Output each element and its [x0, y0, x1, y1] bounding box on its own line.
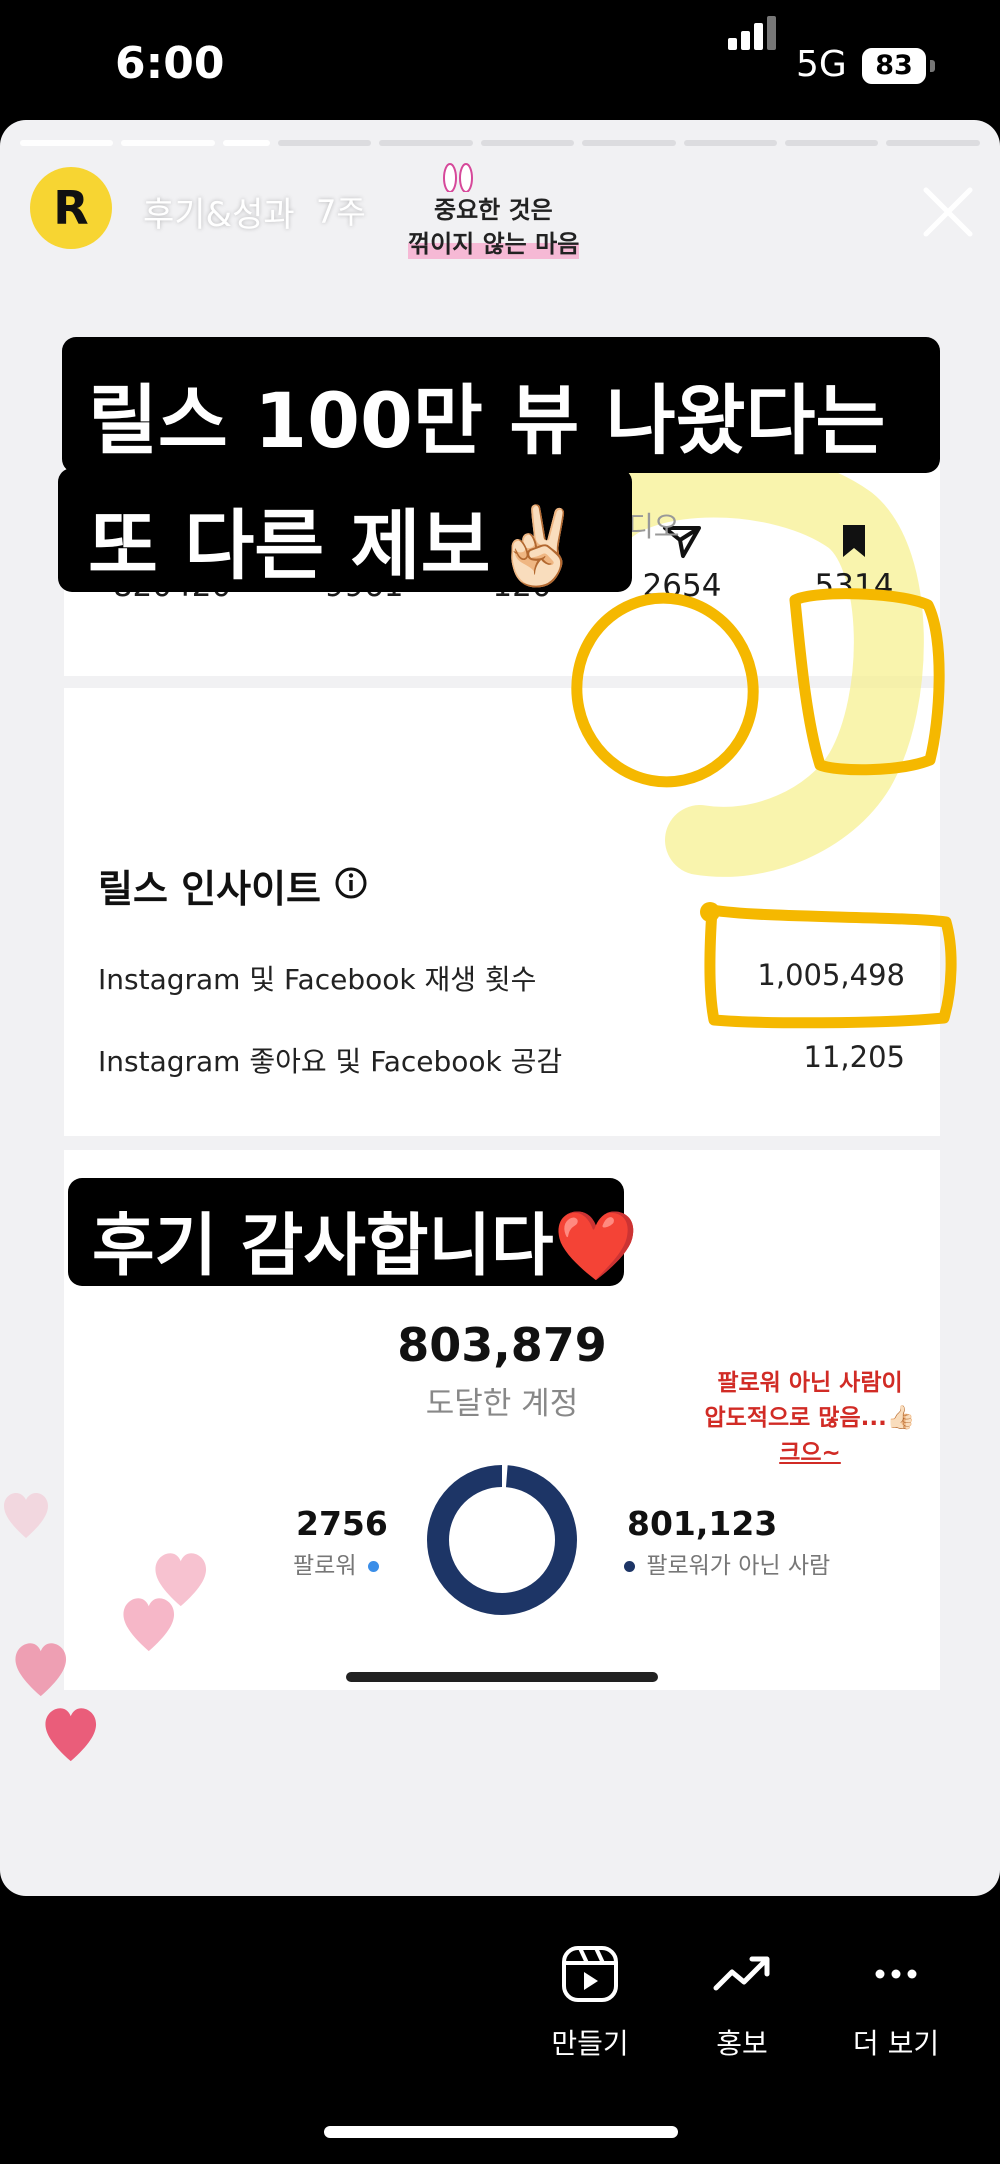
status-time: 6:00 — [115, 38, 225, 89]
more-button[interactable]: 더 보기 — [826, 1944, 966, 2062]
create-button[interactable]: 만들기 — [520, 1944, 660, 2062]
bookmark-icon — [843, 525, 865, 557]
insight-row-value: 1,005,498 — [757, 958, 905, 992]
followers-legend: 팔로워 — [293, 1546, 379, 1580]
info-icon[interactable] — [334, 866, 368, 900]
sticker-line2: 꺾이지 않는 마음 — [408, 224, 580, 259]
headline-banner-2: 또 다른 제보✌🏻 — [58, 468, 632, 592]
handwritten-note: 팔로워 아닌 사람이 압도적으로 많음...👍🏻 크으~ — [690, 1366, 930, 1471]
battery-tip — [930, 60, 935, 72]
sheet-handle[interactable] — [346, 1672, 658, 1682]
avatar[interactable]: R — [30, 167, 112, 249]
thanks-banner: 후기 감사합니다❤️ — [68, 1178, 638, 1286]
stat-value: 5314 — [814, 568, 894, 604]
followers-value: 2756 — [296, 1504, 388, 1543]
bottom-action-bar: 만들기 홍보 더 보기 — [0, 1896, 1000, 2164]
headline-line1: 릴스 100만 뷰 나왔다는 — [88, 376, 886, 465]
insight-row-label: Instagram 및 Facebook 재생 횟수 — [98, 963, 537, 996]
sticker-line1: 중요한 것은 — [434, 196, 553, 224]
home-indicator[interactable] — [324, 2126, 678, 2138]
reach-total: 803,879 — [397, 1318, 607, 1372]
followers-label: 팔로워 — [293, 1553, 357, 1579]
non-followers-value: 801,123 — [627, 1504, 778, 1543]
status-bar: 6:00 5G 83 — [0, 0, 1000, 120]
reach-donut-chart — [426, 1464, 578, 1616]
follower-dot — [367, 1561, 379, 1572]
story-progress — [20, 140, 980, 146]
headline-banner-1: 릴스 100만 뷰 나왔다는 — [62, 337, 940, 473]
note-line: 압도적으로 많음...👍🏻 — [704, 1405, 916, 1431]
reels-create-icon — [562, 1946, 618, 2002]
donut-non-followers-ring — [427, 1465, 577, 1615]
more-label: 더 보기 — [852, 2027, 940, 2060]
non-follower-dot — [624, 1561, 635, 1572]
create-label: 만들기 — [551, 2027, 629, 2060]
peek-text: 디오 — [628, 510, 680, 543]
network-label: 5G — [796, 44, 847, 85]
insight-row-value: 11,205 — [803, 1040, 905, 1074]
insights-title: 릴스 인사이트 — [98, 867, 321, 911]
close-icon[interactable] — [918, 182, 978, 242]
non-followers-legend: 팔로워가 아닌 사람 — [624, 1546, 830, 1580]
stat-saves: 5314 — [754, 520, 954, 604]
text-sticker: 중요한 것은 꺾이지 않는 마음 — [402, 163, 610, 262]
non-followers-label: 팔로워가 아닌 사람 — [646, 1553, 831, 1579]
thanks-text: 후기 감사합니다❤️ — [92, 1207, 639, 1286]
trend-icon — [713, 1956, 770, 1991]
story-age: 7주 — [316, 193, 366, 231]
more-icon — [875, 1969, 917, 1979]
insight-row-label: Instagram 좋아요 및 Facebook 공감 — [98, 1045, 563, 1078]
note-line: 팔로워 아닌 사람이 — [717, 1370, 903, 1396]
story-username[interactable]: 후기&성과 — [143, 187, 295, 236]
promote-button[interactable]: 홍보 — [672, 1944, 812, 2062]
bunny-ears-icon — [443, 163, 473, 192]
battery-icon: 83 — [862, 48, 926, 84]
headline-line2: 또 다른 제보✌🏻 — [88, 501, 586, 590]
promote-label: 홍보 — [716, 2027, 768, 2060]
note-line: 크으~ — [779, 1440, 841, 1466]
